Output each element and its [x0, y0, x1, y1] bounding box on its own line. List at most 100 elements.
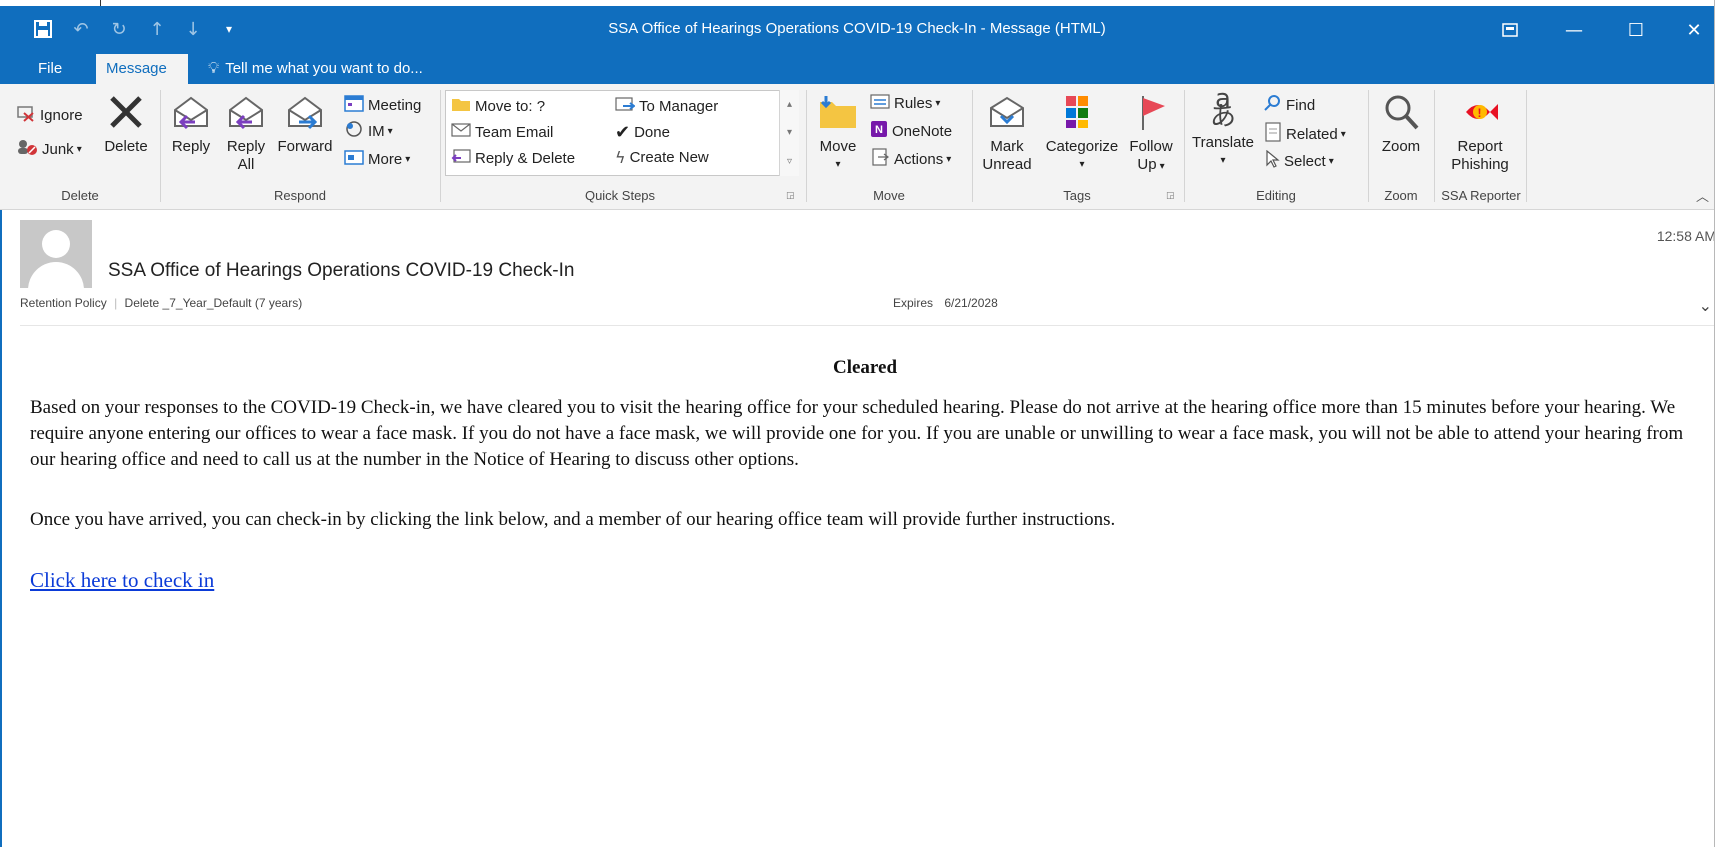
categorize-button[interactable]: Categorize ▾ [1038, 92, 1126, 174]
onenote-label: OneNote [892, 122, 953, 140]
rules-icon [870, 92, 890, 114]
related-button[interactable]: Related ▾ [1264, 122, 1346, 146]
close-button[interactable]: ✕ [1672, 14, 1716, 46]
to-manager-label: To Manager [639, 97, 719, 115]
scroll-down-icon[interactable]: ▾ [787, 127, 792, 138]
window-title: SSA Office of Hearings Operations COVID-… [608, 20, 1106, 37]
dropdown-icon: ▾ [946, 153, 952, 165]
dialog-launcher-icon[interactable]: ◲ [1166, 190, 1175, 201]
expires-value: 6/21/2028 [944, 296, 998, 310]
dialog-launcher-icon[interactable]: ◲ [786, 190, 795, 201]
minimize-button[interactable]: — [1552, 14, 1596, 46]
quick-step-done[interactable]: ✔ Done [615, 122, 670, 143]
zoom-button[interactable]: Zoom [1374, 92, 1428, 156]
divider [160, 90, 161, 202]
dropdown-icon: ▾ [1079, 159, 1085, 170]
more-respond-button[interactable]: More ▾ [344, 148, 410, 170]
message-time: 12:58 AM [1656, 228, 1716, 244]
reply-all-button[interactable]: Reply All [220, 92, 272, 174]
ignore-icon [16, 104, 36, 126]
reply-label: Reply [171, 138, 211, 155]
avatar [20, 220, 92, 288]
divider [1434, 90, 1435, 202]
collapse-ribbon-icon[interactable]: ︿ [1696, 186, 1709, 205]
quick-step-reply-delete[interactable]: Reply & Delete [451, 148, 575, 168]
zoom-icon [1381, 92, 1421, 132]
divider [1526, 90, 1527, 202]
find-button[interactable]: Find [1264, 94, 1315, 116]
mark-unread-label-2: Unread [982, 156, 1032, 173]
move-folder-icon [818, 92, 858, 132]
select-label: Select [1284, 152, 1326, 170]
actions-button[interactable]: Actions ▾ [870, 148, 951, 170]
ribbon-display-icon[interactable] [1488, 14, 1532, 46]
quick-step-team-email[interactable]: Team Email [451, 122, 553, 142]
move-button[interactable]: Move ▾ [812, 92, 864, 174]
svg-text:!: ! [1478, 106, 1482, 120]
rules-label: Rules [894, 94, 933, 112]
forward-label: Forward [277, 138, 333, 155]
window-border-right [1714, 0, 1730, 847]
quick-steps-scroll[interactable]: ▴ ▾ ▿ [779, 90, 799, 176]
retention-label: Retention Policy [20, 296, 107, 310]
mark-unread-button[interactable]: Mark Unread [978, 92, 1036, 174]
follow-up-button[interactable]: Follow Up ▾ [1122, 92, 1180, 176]
avatar-head [42, 230, 70, 258]
ignore-label: Ignore [40, 106, 83, 124]
select-button[interactable]: Select ▾ [1264, 149, 1334, 172]
retention-policy: Retention Policy | Delete _7_Year_Defaul… [20, 296, 302, 310]
more-respond-icon [344, 148, 364, 170]
categorize-label: Categorize [1045, 138, 1119, 155]
expand-gallery-icon[interactable]: ▿ [787, 156, 792, 167]
meeting-button[interactable]: Meeting [344, 94, 421, 116]
quick-step-create-new[interactable]: ϟ Create New [615, 148, 709, 167]
onenote-icon: N [870, 120, 888, 142]
im-icon [344, 120, 364, 142]
ignore-button[interactable]: Ignore [16, 104, 83, 126]
forward-icon [285, 92, 325, 132]
related-label: Related [1286, 125, 1338, 143]
reply-button[interactable]: Reply [166, 92, 216, 156]
maximize-button[interactable]: ☐ [1614, 14, 1658, 46]
group-label-respond: Respond [273, 188, 327, 203]
onenote-button[interactable]: N OneNote [870, 120, 952, 142]
tab-file[interactable]: File [28, 54, 72, 84]
junk-button[interactable]: Junk ▾ [16, 138, 82, 160]
retention-value: Delete _7_Year_Default (7 years) [124, 296, 303, 310]
lightbulb-icon: 💡︎ [208, 60, 220, 77]
check-in-link[interactable]: Click here to check in [30, 568, 214, 592]
rules-button[interactable]: Rules ▾ [870, 92, 940, 114]
mark-unread-icon [987, 92, 1027, 132]
translate-button[interactable]: aあ Translate ▾ [1188, 84, 1258, 170]
zoom-label: Zoom [1381, 138, 1421, 155]
tell-me-box[interactable]: 💡︎ Tell me what you want to do... [198, 54, 433, 84]
move-to-label: Move to: ? [475, 97, 546, 115]
lightning-icon: ϟ [615, 148, 626, 167]
dropdown-icon: ▾ [935, 97, 941, 109]
tab-message[interactable]: Message [96, 54, 188, 84]
chevron-down-icon[interactable]: ⌄ [1699, 296, 1712, 316]
header-divider [20, 325, 1714, 326]
meeting-label: Meeting [368, 96, 422, 114]
quick-step-to-manager[interactable]: To Manager [615, 96, 718, 116]
junk-label: Junk [42, 140, 74, 158]
im-button[interactable]: IM ▾ [344, 120, 393, 142]
report-phishing-button[interactable]: ! Report Phishing [1438, 92, 1522, 174]
dropdown-icon: ▾ [1328, 155, 1334, 167]
scroll-up-icon[interactable]: ▴ [787, 99, 792, 110]
team-email-label: Team Email [475, 123, 554, 141]
team-email-icon [451, 122, 471, 142]
report-label-2: Phishing [1451, 156, 1509, 173]
group-label-editing: Editing [1256, 188, 1296, 203]
forward-button[interactable]: Forward [274, 92, 336, 156]
reply-delete-label: Reply & Delete [475, 149, 576, 167]
related-icon [1264, 122, 1282, 146]
translate-icon: aあ [1209, 84, 1236, 132]
delete-x-icon [106, 92, 146, 132]
folder-icon [451, 96, 471, 116]
quick-step-move-to[interactable]: Move to: ? [451, 96, 545, 116]
dropdown-icon: ▾ [1220, 155, 1226, 166]
reply-all-label-1: Reply [226, 138, 266, 155]
svg-text:N: N [875, 124, 883, 136]
delete-button[interactable]: Delete [96, 92, 156, 156]
